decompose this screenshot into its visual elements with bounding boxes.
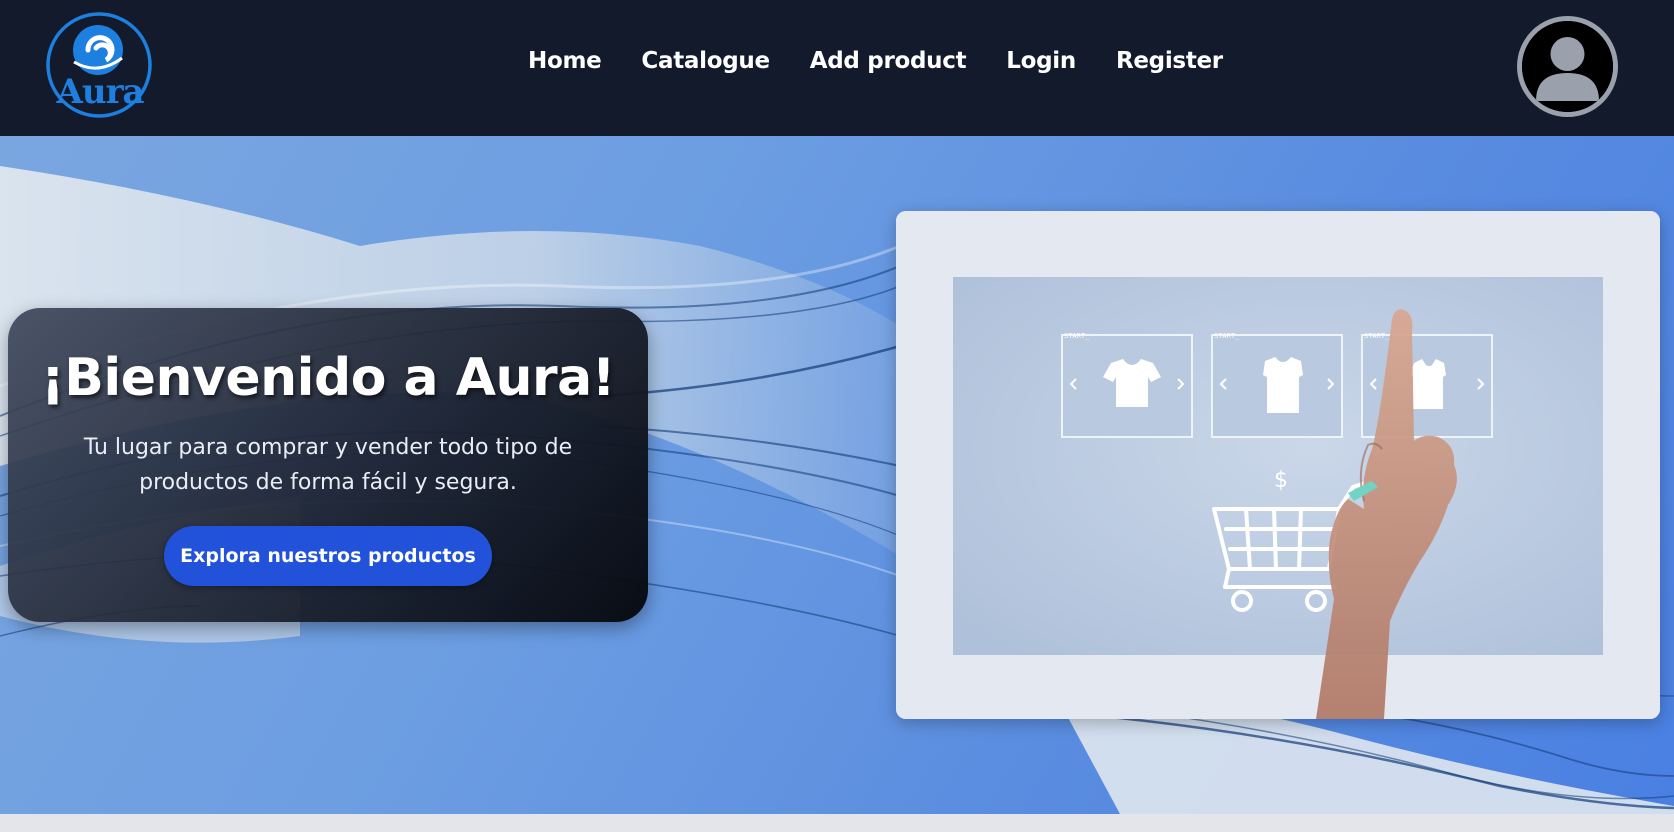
shopping-illustration-image: START_ START_ START_ $: [896, 211, 1660, 719]
nav-link-catalogue[interactable]: Catalogue: [641, 48, 770, 74]
explore-products-button[interactable]: Explora nuestros productos: [164, 526, 492, 586]
logo-text: Aura: [56, 72, 144, 112]
nav-link-home[interactable]: Home: [528, 48, 602, 74]
welcome-title: ¡Bienvenido a Aura!: [41, 348, 615, 408]
user-avatar-icon: [1522, 21, 1613, 112]
page-bottom-strip: [0, 814, 1674, 832]
panel-label: START_: [1064, 332, 1090, 340]
user-avatar-button[interactable]: [1517, 16, 1618, 117]
online-shopping-icon: START_ START_ START_ $: [896, 211, 1660, 719]
top-navbar: Aura Home Catalogue Add product Login Re…: [0, 0, 1674, 136]
panel-label: START_: [1364, 332, 1390, 340]
panel-label: START_: [1214, 332, 1240, 340]
hero-section: ¡Bienvenido a Aura! Tu lugar para compra…: [0, 136, 1674, 814]
price-symbol: $: [1274, 468, 1288, 493]
main-nav: Home Catalogue Add product Login Registe…: [528, 48, 1223, 74]
nav-link-register[interactable]: Register: [1116, 48, 1223, 74]
welcome-card: ¡Bienvenido a Aura! Tu lugar para compra…: [8, 308, 648, 622]
welcome-subtitle: Tu lugar para comprar y vender todo tipo…: [83, 435, 573, 495]
aura-logo[interactable]: Aura: [44, 10, 154, 120]
nav-link-add-product[interactable]: Add product: [810, 48, 967, 74]
nav-link-login[interactable]: Login: [1006, 48, 1076, 74]
